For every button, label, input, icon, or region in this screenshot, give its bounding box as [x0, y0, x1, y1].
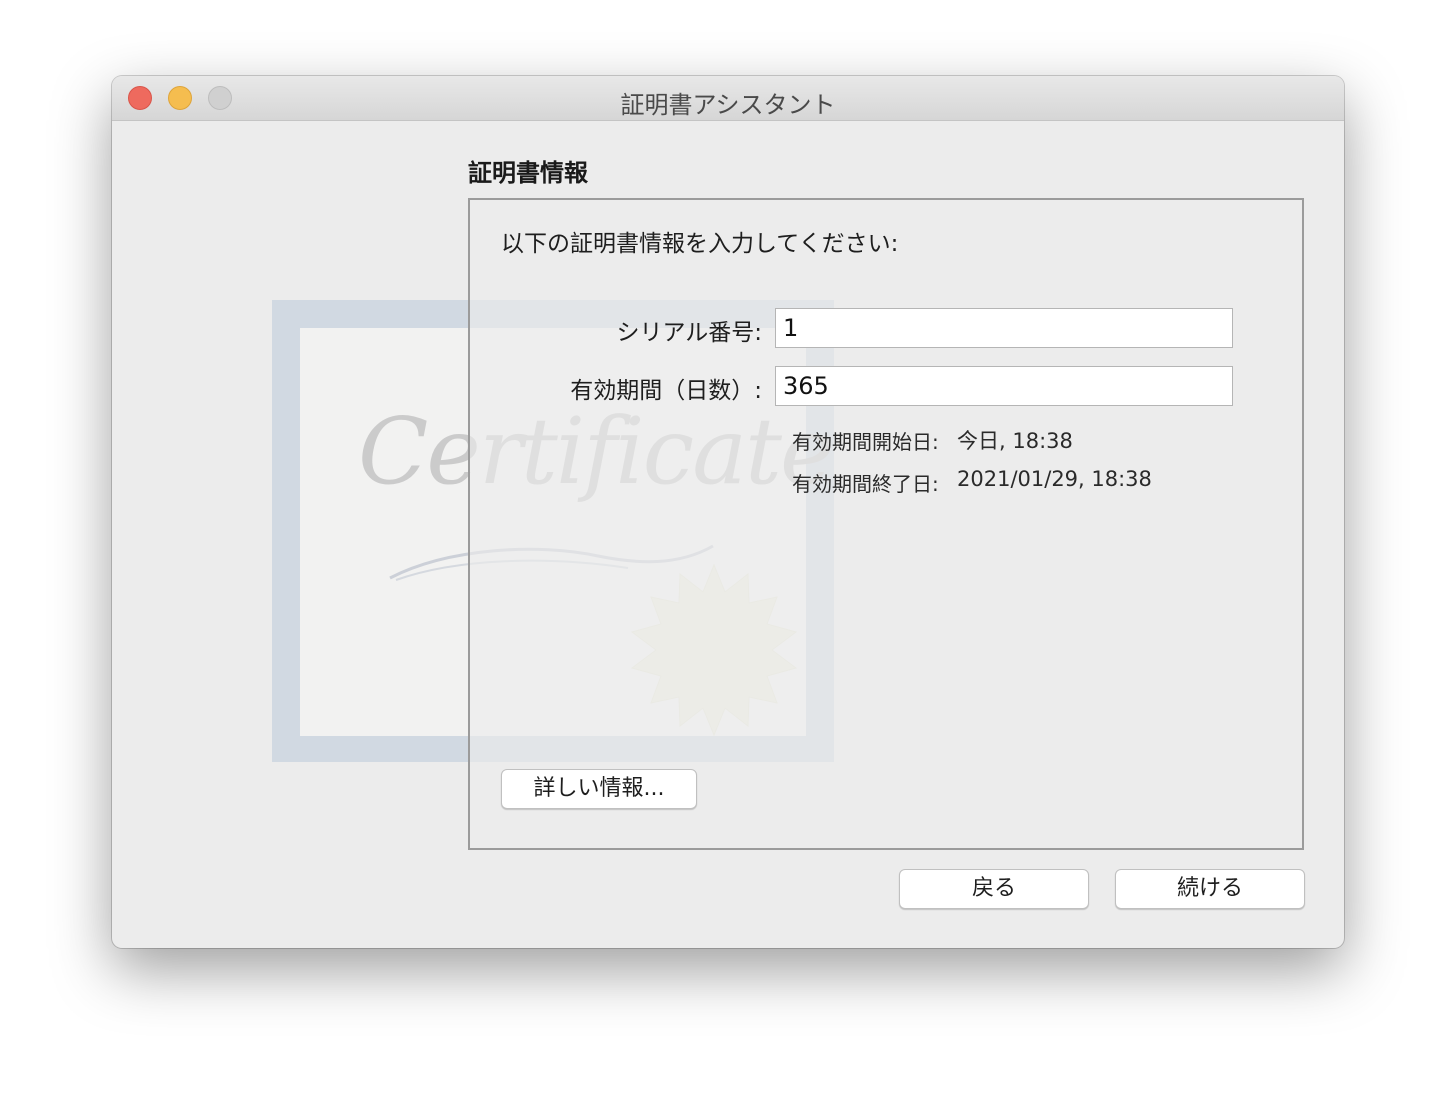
window-title: 証明書アシスタント: [620, 91, 836, 119]
section-title: 証明書情報: [468, 159, 588, 187]
continue-button[interactable]: 続ける: [1115, 869, 1305, 909]
title-bar[interactable]: 証明書アシスタント: [112, 76, 1344, 121]
instructions-text: 以下の証明書情報を入力してください:: [501, 231, 899, 257]
validity-start-label: 有効期間開始日:: [792, 430, 939, 454]
validity-end-label: 有効期間終了日:: [792, 472, 939, 496]
back-button[interactable]: 戻る: [899, 869, 1089, 909]
serial-number-label: シリアル番号:: [616, 320, 762, 346]
certificate-assistant-window: 証明書アシスタント Certificate 証明書情報 以下の証明書情報を入力し…: [112, 76, 1344, 948]
validity-days-label: 有効期間（日数）:: [570, 378, 762, 404]
more-info-button[interactable]: 詳しい情報...: [501, 769, 697, 809]
validity-start-value: 今日, 18:38: [957, 429, 1073, 453]
validity-days-input[interactable]: [775, 366, 1233, 406]
certificate-info-panel: 以下の証明書情報を入力してください: シリアル番号: 有効期間（日数）: 有効期…: [468, 198, 1304, 850]
serial-number-input[interactable]: [775, 308, 1233, 348]
validity-end-value: 2021/01/29, 18:38: [957, 467, 1152, 491]
